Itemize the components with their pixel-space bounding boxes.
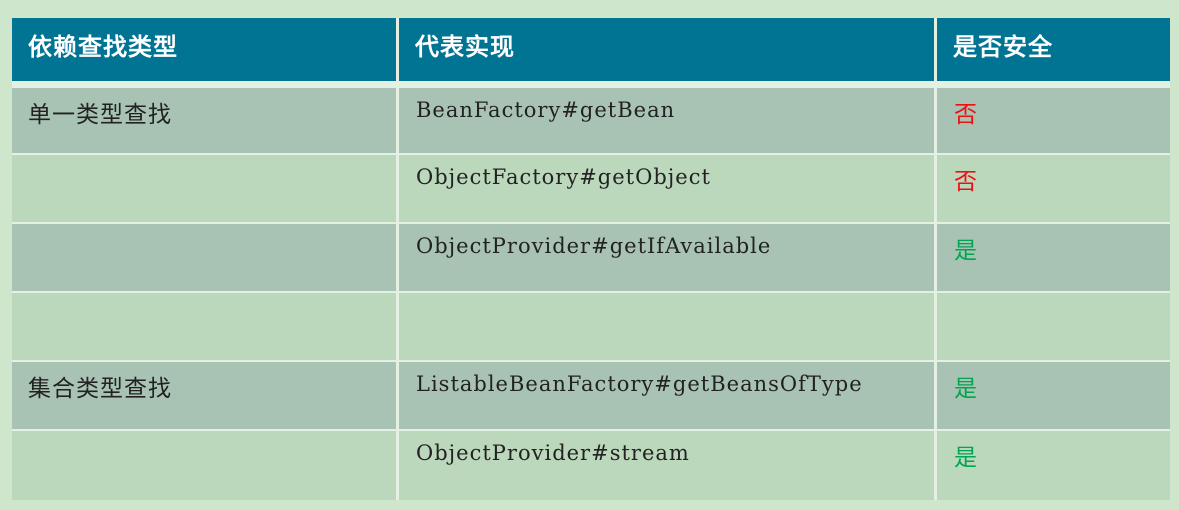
table-cell-impl: ObjectFactory#getObject (399, 155, 934, 222)
table-cell-type: 单一类型查找 (12, 88, 396, 153)
table-cell-type (12, 293, 396, 360)
table-cell-safe: 是 (937, 362, 1170, 429)
table-cell-type (12, 431, 396, 500)
lookup-table: 依赖查找类型 代表实现 是否安全 单一类型查找 BeanFactory#getB… (12, 18, 1170, 500)
table-cell-type (12, 224, 396, 291)
header-implementation: 代表实现 (399, 18, 934, 81)
header-lookup-type: 依赖查找类型 (12, 18, 396, 81)
header-is-safe: 是否安全 (937, 18, 1170, 81)
table-cell-safe: 是 (937, 431, 1170, 500)
table-cell-impl: BeanFactory#getBean (399, 88, 934, 153)
table-cell-safe: 是 (937, 224, 1170, 291)
table-cell-impl: ObjectProvider#getIfAvailable (399, 224, 934, 291)
table-cell-safe (937, 293, 1170, 360)
table-cell-type (12, 155, 396, 222)
table-cell-impl (399, 293, 934, 360)
table-cell-safe: 否 (937, 155, 1170, 222)
table-cell-impl: ObjectProvider#stream (399, 431, 934, 500)
table-cell-type: 集合类型查找 (12, 362, 396, 429)
table-cell-impl: ListableBeanFactory#getBeansOfType (399, 362, 934, 429)
table-cell-safe: 否 (937, 88, 1170, 153)
